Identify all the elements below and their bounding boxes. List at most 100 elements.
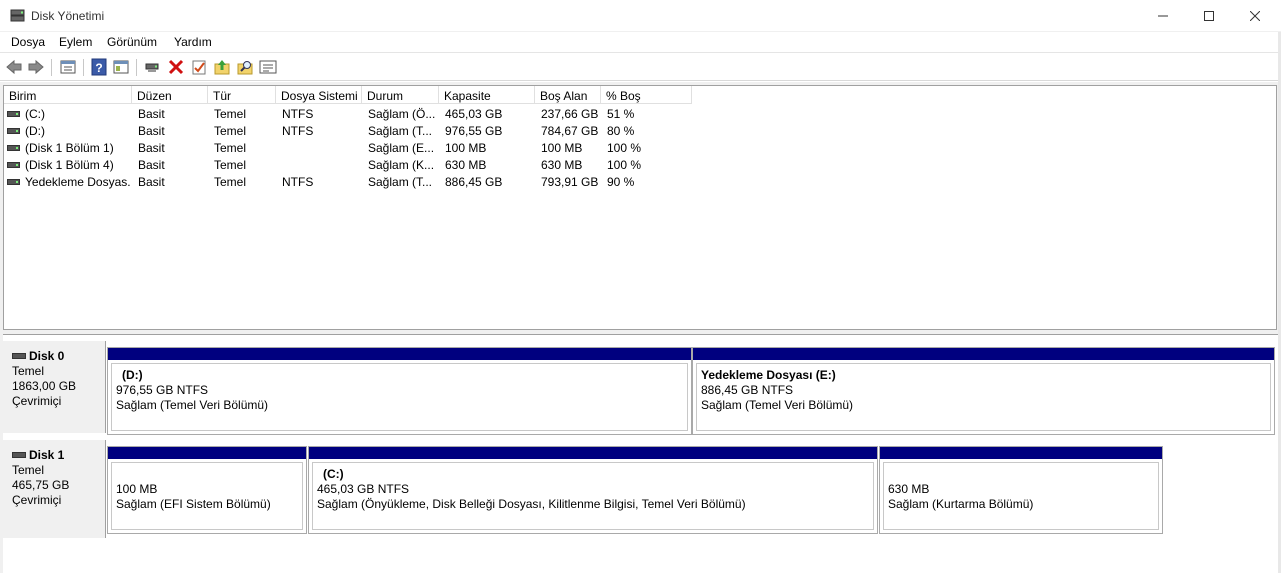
table-row-cell: Basit [138,158,165,172]
partition-status: Sağlam (Temel Veri Bölümü) [116,398,269,412]
table-row-cell: Temel [214,124,247,138]
partition-status: Sağlam (Temel Veri Bölümü) [701,398,854,412]
table-row-cell: Sağlam (E... [368,141,435,155]
column-header-kapasite[interactable]: Kapasite [439,86,535,104]
table-row-cell: NTFS [282,107,314,121]
disk-name: Disk 0 [29,349,65,363]
back-arrow-icon[interactable] [5,58,23,76]
table-row-cell: Temel [214,158,247,172]
partition-size: 465,03 GB NTFS [317,482,410,496]
volume-icon [7,110,20,117]
table-row-cell: Basit [138,124,165,138]
table-row-cell: 80 % [607,124,635,138]
menu-bar: Dosya Eylem Görünüm Yardım [0,32,1281,53]
table-row-cell: 100 % [607,141,642,155]
partition-status: Sağlam (Önyükleme, Disk Belleği Dosyası,… [317,497,746,511]
partition-bar [108,447,306,459]
disk-1-label[interactable]: Disk 1 Temel 465,75 GB Çevrimiçi [3,440,106,538]
partition-e[interactable]: Yedekleme Dosyası (E:) 886,45 GB NTFS Sa… [692,347,1275,435]
column-header-yuzde-bos[interactable]: % Boş [601,86,692,104]
forward-arrow-icon[interactable] [27,58,45,76]
properties-icon[interactable] [59,58,77,76]
table-row-cell: Temel [214,141,247,155]
table-row-cell-birim[interactable]: (Disk 1 Bölüm 4) [7,156,131,173]
column-header-tur[interactable]: Tür [208,86,276,104]
table-row-cell-birim[interactable]: (Disk 1 Bölüm 1) [7,139,131,156]
table-row-cell: 886,45 GB [445,175,503,189]
table-row-cell-birim[interactable]: Yedekleme Dosyas... [7,173,131,190]
column-header-duzen[interactable]: Düzen [132,86,208,104]
table-row-cell: Basit [138,107,165,121]
up-folder-icon[interactable] [213,58,231,76]
svg-text:?: ? [95,61,102,75]
help-icon[interactable]: ? [90,58,108,76]
table-row-cell: Sağlam (T... [368,175,433,189]
table-row-cell: 976,55 GB [445,124,503,138]
table-row-cell [282,139,362,156]
disk-status: Çevrimiçi [12,394,62,408]
menu-yardim[interactable]: Yardım [174,35,212,49]
volume-list: Birim Düzen Tür Dosya Sistemi Durum Kapa… [3,85,1277,330]
volume-icon [7,127,20,134]
disk-management-app-icon [10,9,25,22]
table-row-cell-birim[interactable]: (C:) [7,105,131,122]
partition-info: (C:) 465,03 GB NTFS Sağlam (Önyükleme, D… [312,462,874,530]
connect-icon[interactable] [143,58,161,76]
table-row-cell [282,156,362,173]
partition-size: 100 MB [116,482,158,496]
volume-icon [7,144,20,151]
partition-title: (D:) [122,368,143,382]
delete-icon[interactable] [167,58,185,76]
toolbar-separator [136,59,137,76]
partition-status: Sağlam (EFI Sistem Bölümü) [116,497,271,511]
table-row-cell: Sağlam (Ö... [368,107,436,121]
partition-bar [309,447,877,459]
partition-bar [693,348,1274,360]
volume-icon [7,161,20,168]
table-row-cell: NTFS [282,175,314,189]
search-folder-icon[interactable] [236,58,254,76]
table-row-cell: 630 MB [541,158,583,172]
disk-graphical-view: Disk 0 Temel 1863,00 GB Çevrimiçi (D:) 9… [3,334,1281,573]
disk-0-label[interactable]: Disk 0 Temel 1863,00 GB Çevrimiçi [3,341,106,433]
partition-title [888,467,1158,482]
menu-eylem[interactable]: Eylem [59,35,92,49]
disk-name: Disk 1 [29,448,65,462]
menu-gorunum[interactable]: Görünüm [107,35,157,49]
list-view-icon[interactable] [259,58,277,76]
table-row-cell: Basit [138,175,165,189]
partition-recovery[interactable]: 630 MB Sağlam (Kurtarma Bölümü) [879,446,1163,534]
table-row-cell: 793,91 GB [541,175,599,189]
minimize-button[interactable] [1140,0,1186,31]
close-button[interactable] [1232,0,1278,31]
partition-size: 976,55 GB NTFS [116,383,209,397]
table-row-cell: 100 % [607,158,642,172]
console-tree-icon[interactable] [112,58,130,76]
table-row-cell-birim[interactable]: (D:) [7,122,131,139]
column-header-dosya-sistemi[interactable]: Dosya Sistemi [276,86,362,104]
partition-title: Yedekleme Dosyası (E:) [701,368,836,382]
disk-status: Çevrimiçi [12,493,62,507]
table-row-cell: 100 MB [445,141,487,155]
title-bar: Disk Yönetimi [0,0,1281,32]
close-icon [1250,10,1260,21]
column-header-durum[interactable]: Durum [362,86,439,104]
menu-dosya[interactable]: Dosya [11,35,45,49]
table-row-cell: Basit [138,141,165,155]
table-row-cell: 90 % [607,175,635,189]
disk-icon [12,451,26,458]
partition-size: 630 MB [888,482,930,496]
table-row-cell: Sağlam (T... [368,124,433,138]
partition-bar [880,447,1162,459]
partition-title: (C:) [323,467,344,481]
partition-d[interactable]: (D:) 976,55 GB NTFS Sağlam (Temel Veri B… [107,347,692,435]
partition-efi[interactable]: 100 MB Sağlam (EFI Sistem Bölümü) [107,446,307,534]
disk-icon [12,352,26,359]
column-header-birim[interactable]: Birim [4,86,132,104]
maximize-button[interactable] [1186,0,1232,31]
column-header-bos-alan[interactable]: Boş Alan [535,86,601,104]
check-icon[interactable] [190,58,208,76]
partition-c[interactable]: (C:) 465,03 GB NTFS Sağlam (Önyükleme, D… [308,446,878,534]
minimize-icon [1158,15,1168,16]
toolbar: ? [0,54,1281,81]
